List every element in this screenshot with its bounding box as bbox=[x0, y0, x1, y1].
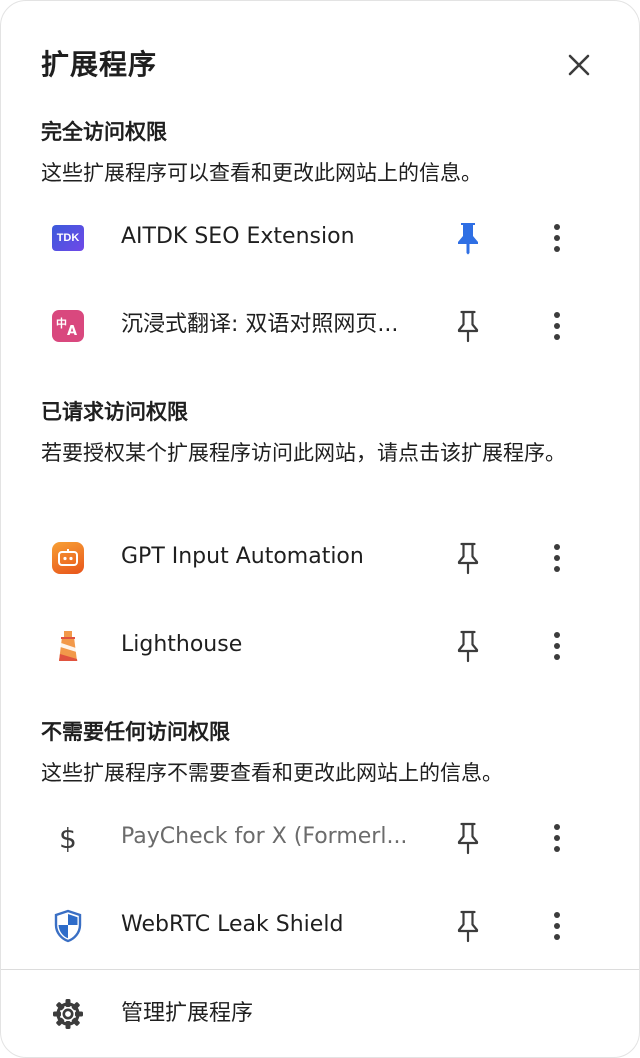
extension-row-gpt-input-automation[interactable]: GPT Input Automation bbox=[1, 513, 639, 601]
shield-icon bbox=[51, 909, 85, 943]
footer-divider bbox=[1, 969, 639, 970]
pin-button[interactable] bbox=[447, 217, 489, 259]
lighthouse-logo-icon bbox=[51, 629, 85, 663]
pin-outline-icon bbox=[457, 542, 479, 575]
pin-button[interactable] bbox=[447, 817, 489, 859]
more-vert-icon bbox=[554, 632, 560, 660]
more-vert-icon bbox=[554, 912, 560, 940]
manage-extensions-button[interactable]: 管理扩展程序 bbox=[1, 971, 639, 1057]
extension-name: GPT Input Automation bbox=[121, 544, 364, 569]
more-options-button[interactable] bbox=[537, 905, 577, 947]
extension-name: AITDK SEO Extension bbox=[121, 224, 355, 249]
manage-extensions-label: 管理扩展程序 bbox=[121, 1001, 254, 1026]
section-title-full-access: 完全访问权限 bbox=[41, 120, 167, 144]
more-options-button[interactable] bbox=[537, 817, 577, 859]
section-desc-full-access: 这些扩展程序可以查看和更改此网站上的信息。 bbox=[41, 161, 482, 185]
dollar-icon: $ bbox=[51, 821, 85, 855]
more-options-button[interactable] bbox=[537, 305, 577, 347]
section-desc-no-access: 这些扩展程序不需要查看和更改此网站上的信息。 bbox=[41, 761, 503, 785]
gear-icon bbox=[51, 997, 85, 1031]
extension-row-immersive-translate[interactable]: 中 A 沉浸式翻译: 双语对照网页... bbox=[1, 281, 639, 369]
pin-outline-icon bbox=[457, 910, 479, 943]
extension-row-paycheck[interactable]: $ PayCheck for X (Formerl... bbox=[1, 793, 639, 881]
panel-header: 扩展程序 bbox=[41, 43, 599, 87]
section-title-no-access: 不需要任何访问权限 bbox=[41, 720, 230, 744]
extension-row-lighthouse[interactable]: Lighthouse bbox=[1, 601, 639, 689]
extensions-panel: 扩展程序 完全访问权限 这些扩展程序可以查看和更改此网站上的信息。 TDK AI… bbox=[0, 0, 640, 1058]
svg-text:$: $ bbox=[59, 822, 77, 854]
extension-row-aitdk[interactable]: TDK AITDK SEO Extension bbox=[1, 193, 639, 281]
gpt-automation-logo-icon bbox=[51, 541, 85, 575]
svg-text:中: 中 bbox=[56, 316, 67, 330]
pin-filled-icon bbox=[458, 223, 478, 255]
close-button[interactable] bbox=[559, 45, 599, 85]
more-options-button[interactable] bbox=[537, 537, 577, 579]
section-title-requested-access: 已请求访问权限 bbox=[41, 400, 188, 424]
extension-name: PayCheck for X (Formerl... bbox=[121, 824, 408, 849]
pin-outline-icon bbox=[457, 630, 479, 663]
section-desc-requested-access: 若要授权某个扩展程序访问此网站，请点击该扩展程序。 bbox=[41, 441, 566, 465]
more-vert-icon bbox=[554, 544, 560, 572]
more-vert-icon bbox=[554, 224, 560, 252]
more-vert-icon bbox=[554, 312, 560, 340]
panel-title: 扩展程序 bbox=[41, 48, 158, 81]
more-vert-icon bbox=[554, 824, 560, 852]
more-options-button[interactable] bbox=[537, 217, 577, 259]
more-options-button[interactable] bbox=[537, 625, 577, 667]
pin-button[interactable] bbox=[447, 905, 489, 947]
extension-row-webrtc-leak-shield[interactable]: WebRTC Leak Shield bbox=[1, 881, 639, 969]
extension-name: Lighthouse bbox=[121, 632, 243, 657]
pin-button[interactable] bbox=[447, 305, 489, 347]
extension-name: WebRTC Leak Shield bbox=[121, 912, 344, 937]
extension-name: 沉浸式翻译: 双语对照网页... bbox=[121, 312, 399, 337]
pin-outline-icon bbox=[457, 822, 479, 855]
close-icon bbox=[568, 54, 590, 76]
pin-button[interactable] bbox=[447, 625, 489, 667]
immersive-translate-logo-icon: 中 A bbox=[51, 309, 85, 343]
pin-button[interactable] bbox=[447, 537, 489, 579]
svg-text:A: A bbox=[67, 324, 77, 337]
pin-outline-icon bbox=[457, 310, 479, 343]
tdk-logo-icon: TDK bbox=[51, 221, 85, 255]
